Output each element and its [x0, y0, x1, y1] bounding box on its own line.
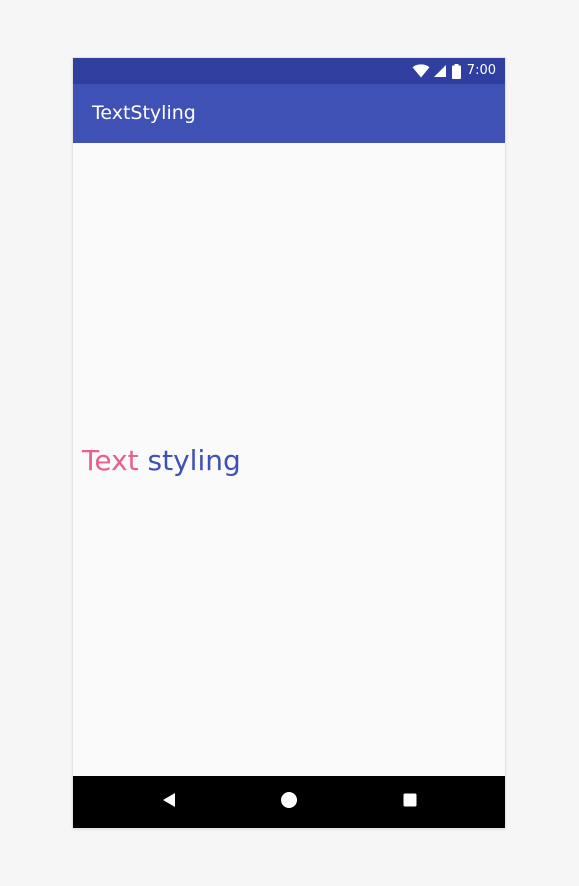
recent-apps-button[interactable] [384, 776, 436, 828]
status-bar: 7:00 [73, 58, 505, 84]
signal-icon [433, 64, 447, 78]
home-icon [280, 791, 298, 813]
battery-icon [451, 63, 461, 79]
app-title: TextStyling [92, 102, 196, 124]
app-bar: TextStyling [73, 84, 505, 143]
phone-screen: 7:00 TextStyling Text styling [73, 58, 505, 828]
home-button[interactable] [263, 776, 315, 828]
navigation-bar [73, 776, 505, 828]
recent-apps-icon [402, 792, 418, 812]
styled-text-second-word: styling [147, 444, 241, 477]
status-icons: 7:00 [412, 58, 496, 84]
main-content: Text styling [73, 143, 505, 776]
wifi-icon [412, 64, 430, 78]
styled-text-first-word: Text [82, 444, 139, 477]
status-time: 7:00 [466, 63, 496, 78]
back-button[interactable] [143, 776, 195, 828]
back-icon [160, 791, 178, 813]
styled-text-view: Text styling [82, 441, 241, 481]
